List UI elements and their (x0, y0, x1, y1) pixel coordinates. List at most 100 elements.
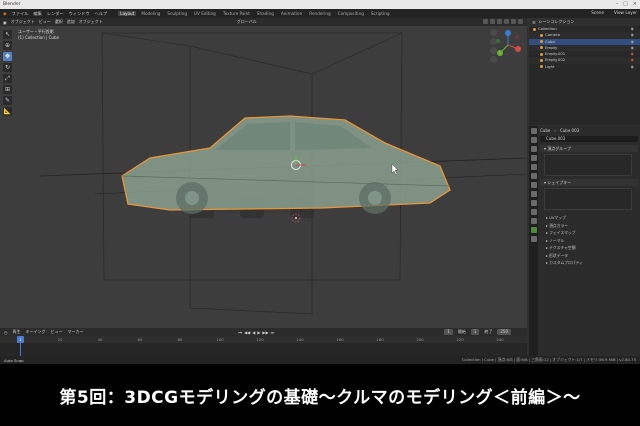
title-bar: Blender – □ × (0, 0, 640, 9)
menu-help[interactable]: ヘルプ (95, 11, 108, 17)
timeline-ruler[interactable]: 020406080100120140160180200220240 (0, 336, 527, 343)
article-banner: 第5回：3DCGモデリングの基礎〜クルマのモデリング＜前編＞〜 (0, 364, 640, 426)
view-menu[interactable]: ビュー (39, 19, 51, 25)
physics-tab-icon[interactable] (530, 209, 537, 215)
vertex-groups-panel[interactable]: ▾ 頂点グループ (540, 145, 638, 152)
constraints-tab-icon[interactable] (530, 218, 537, 224)
shape-keys-panel[interactable]: ▾ シェイプキー (540, 179, 638, 186)
overlay-icon[interactable] (483, 19, 488, 24)
properties-section[interactable]: ▸ UVマップ (540, 214, 638, 222)
properties-section[interactable]: ▸ 形状データ (540, 252, 638, 260)
close-icon[interactable]: × (633, 1, 637, 7)
menu-edit[interactable]: 編集 (33, 11, 41, 17)
mode-selector[interactable]: オブジェクト (11, 19, 35, 25)
transform-orientation[interactable]: グローバル (237, 19, 257, 25)
keying-menu[interactable]: キーイング (26, 329, 46, 335)
properties-section[interactable]: ▸ テクスチャ空間 (540, 244, 638, 252)
status-left: Auto Snap (4, 357, 24, 363)
wireframe-shading-icon[interactable] (497, 19, 502, 24)
solid-shading-icon[interactable] (504, 19, 509, 24)
minimize-icon[interactable]: – (616, 1, 619, 7)
output-tab-icon[interactable] (530, 146, 537, 152)
jump-start-icon[interactable]: ⏮ (239, 330, 243, 335)
menu-file[interactable]: ファイル (12, 11, 29, 17)
prev-key-icon[interactable]: ◀◀ (244, 330, 250, 335)
3d-viewport[interactable]: ▣ オブジェクト ビュー 選択 追加 オブジェクト グローバル ユーザー・平行投… (0, 18, 527, 328)
scene-selectors: Scene View Layer (591, 10, 637, 15)
marker-menu[interactable]: マーカー (68, 329, 84, 335)
select-tool-icon[interactable]: ↖ (3, 30, 12, 39)
mesh-name-field[interactable]: Cube.003 (540, 136, 638, 142)
tab-sculpting[interactable]: Sculpting (165, 11, 189, 16)
view-layer-tab-icon[interactable] (530, 155, 537, 161)
modifier-tab-icon[interactable] (530, 191, 537, 197)
playhead[interactable]: 1 (17, 336, 24, 343)
properties-section[interactable]: ▸ カスタムプロパティ (540, 259, 638, 267)
top-menu-bar: ◉ ファイル 編集 レンダー ウィンドウ ヘルプ Layout Modeling… (0, 9, 640, 18)
mesh-data-tab-icon[interactable] (530, 227, 537, 233)
scale-tool-icon[interactable]: ⤢ (3, 74, 12, 83)
properties-section[interactable]: ▸ 頂点カラー (540, 222, 638, 230)
vertex-groups-list[interactable] (544, 154, 632, 176)
measure-tool-icon[interactable]: 📐 (3, 107, 12, 116)
tab-animation[interactable]: Animation (279, 11, 304, 16)
current-frame-field[interactable]: 1 (444, 329, 453, 335)
outliner-item-label: Empty.001 (545, 51, 566, 57)
maximize-icon[interactable]: □ (623, 1, 628, 7)
outliner-icon[interactable]: ☰ (532, 20, 536, 25)
next-key-icon[interactable]: ▶▶ (262, 330, 268, 335)
timeline-view-menu[interactable]: ビュー (51, 329, 63, 335)
shape-keys-list[interactable] (544, 188, 632, 210)
world-tab-icon[interactable] (530, 173, 537, 179)
playback-menu[interactable]: 再生 (13, 329, 21, 335)
menu-window[interactable]: ウィンドウ (69, 11, 90, 17)
annotate-tool-icon[interactable]: ✎ (3, 96, 12, 105)
blender-window: Blender – □ × ◉ ファイル 編集 レンダー ウィンドウ ヘルプ L… (0, 0, 640, 364)
properties-section-label: テクスチャ空間 (549, 245, 576, 250)
tab-rendering[interactable]: Rendering (307, 11, 332, 16)
end-frame-field[interactable]: 250 (497, 329, 511, 335)
tab-texture-paint[interactable]: Texture Paint (221, 11, 252, 16)
play-reverse-icon[interactable]: ◀ (252, 330, 255, 335)
scene-tab-icon[interactable] (530, 164, 537, 170)
select-menu[interactable]: 選択 (55, 19, 63, 25)
timeline[interactable]: 020406080100120140160180200220240 1 (0, 336, 527, 356)
xray-icon[interactable] (490, 19, 495, 24)
status-stats: Collection | Cube | 頂点:8/8 | 面:6/6 | 三角面… (461, 357, 636, 362)
tab-modeling[interactable]: Modeling (139, 11, 162, 16)
add-menu[interactable]: 追加 (67, 19, 75, 25)
object-menu[interactable]: オブジェクト (79, 19, 103, 25)
tab-scripting[interactable]: Scripting (369, 11, 392, 16)
navigation-gizmo[interactable] (493, 28, 523, 62)
particles-tab-icon[interactable] (530, 200, 537, 206)
visibility-eye-icon[interactable]: ◉ (631, 64, 634, 70)
tab-shading[interactable]: Shading (255, 11, 276, 16)
start-frame-field[interactable]: 1 (470, 329, 480, 335)
play-icon[interactable]: ▶ (257, 330, 260, 335)
tab-compositing[interactable]: Compositing (336, 11, 366, 16)
blender-logo-icon[interactable]: ◉ (3, 11, 7, 16)
move-tool-icon[interactable]: ✥ (3, 52, 12, 61)
scene-selector[interactable]: Scene (591, 10, 604, 15)
properties-section[interactable]: ▸ フェイスマップ (540, 229, 638, 237)
material-tab-icon[interactable] (530, 236, 537, 242)
transform-tool-icon[interactable]: ⊞ (3, 85, 12, 94)
outliner-item-label: Empty (545, 44, 558, 50)
tool-tab-icon[interactable] (530, 128, 537, 134)
jump-end-icon[interactable]: ⏭ (271, 330, 275, 335)
menu-render[interactable]: レンダー (47, 11, 64, 17)
material-shading-icon[interactable] (511, 19, 516, 24)
rendered-shading-icon[interactable] (518, 19, 523, 24)
tab-layout[interactable]: Layout (118, 11, 137, 16)
view-layer-selector[interactable]: View Layer (614, 10, 637, 15)
timeline-editor-icon[interactable]: ◷ (4, 330, 8, 335)
rotate-tool-icon[interactable]: ↻ (3, 63, 12, 72)
cursor-tool-icon[interactable]: ⊕ (3, 41, 12, 50)
object-tab-icon[interactable] (530, 182, 537, 188)
tab-uv-editing[interactable]: UV Editing (192, 11, 218, 16)
outliner-item[interactable]: Light ◉ (529, 64, 640, 70)
properties-section[interactable]: ▸ ノーマル (540, 237, 638, 245)
render-tab-icon[interactable] (530, 137, 537, 143)
outliner-title: シーンコレクション (538, 19, 575, 24)
editor-type-icon[interactable]: ▣ (3, 20, 7, 25)
